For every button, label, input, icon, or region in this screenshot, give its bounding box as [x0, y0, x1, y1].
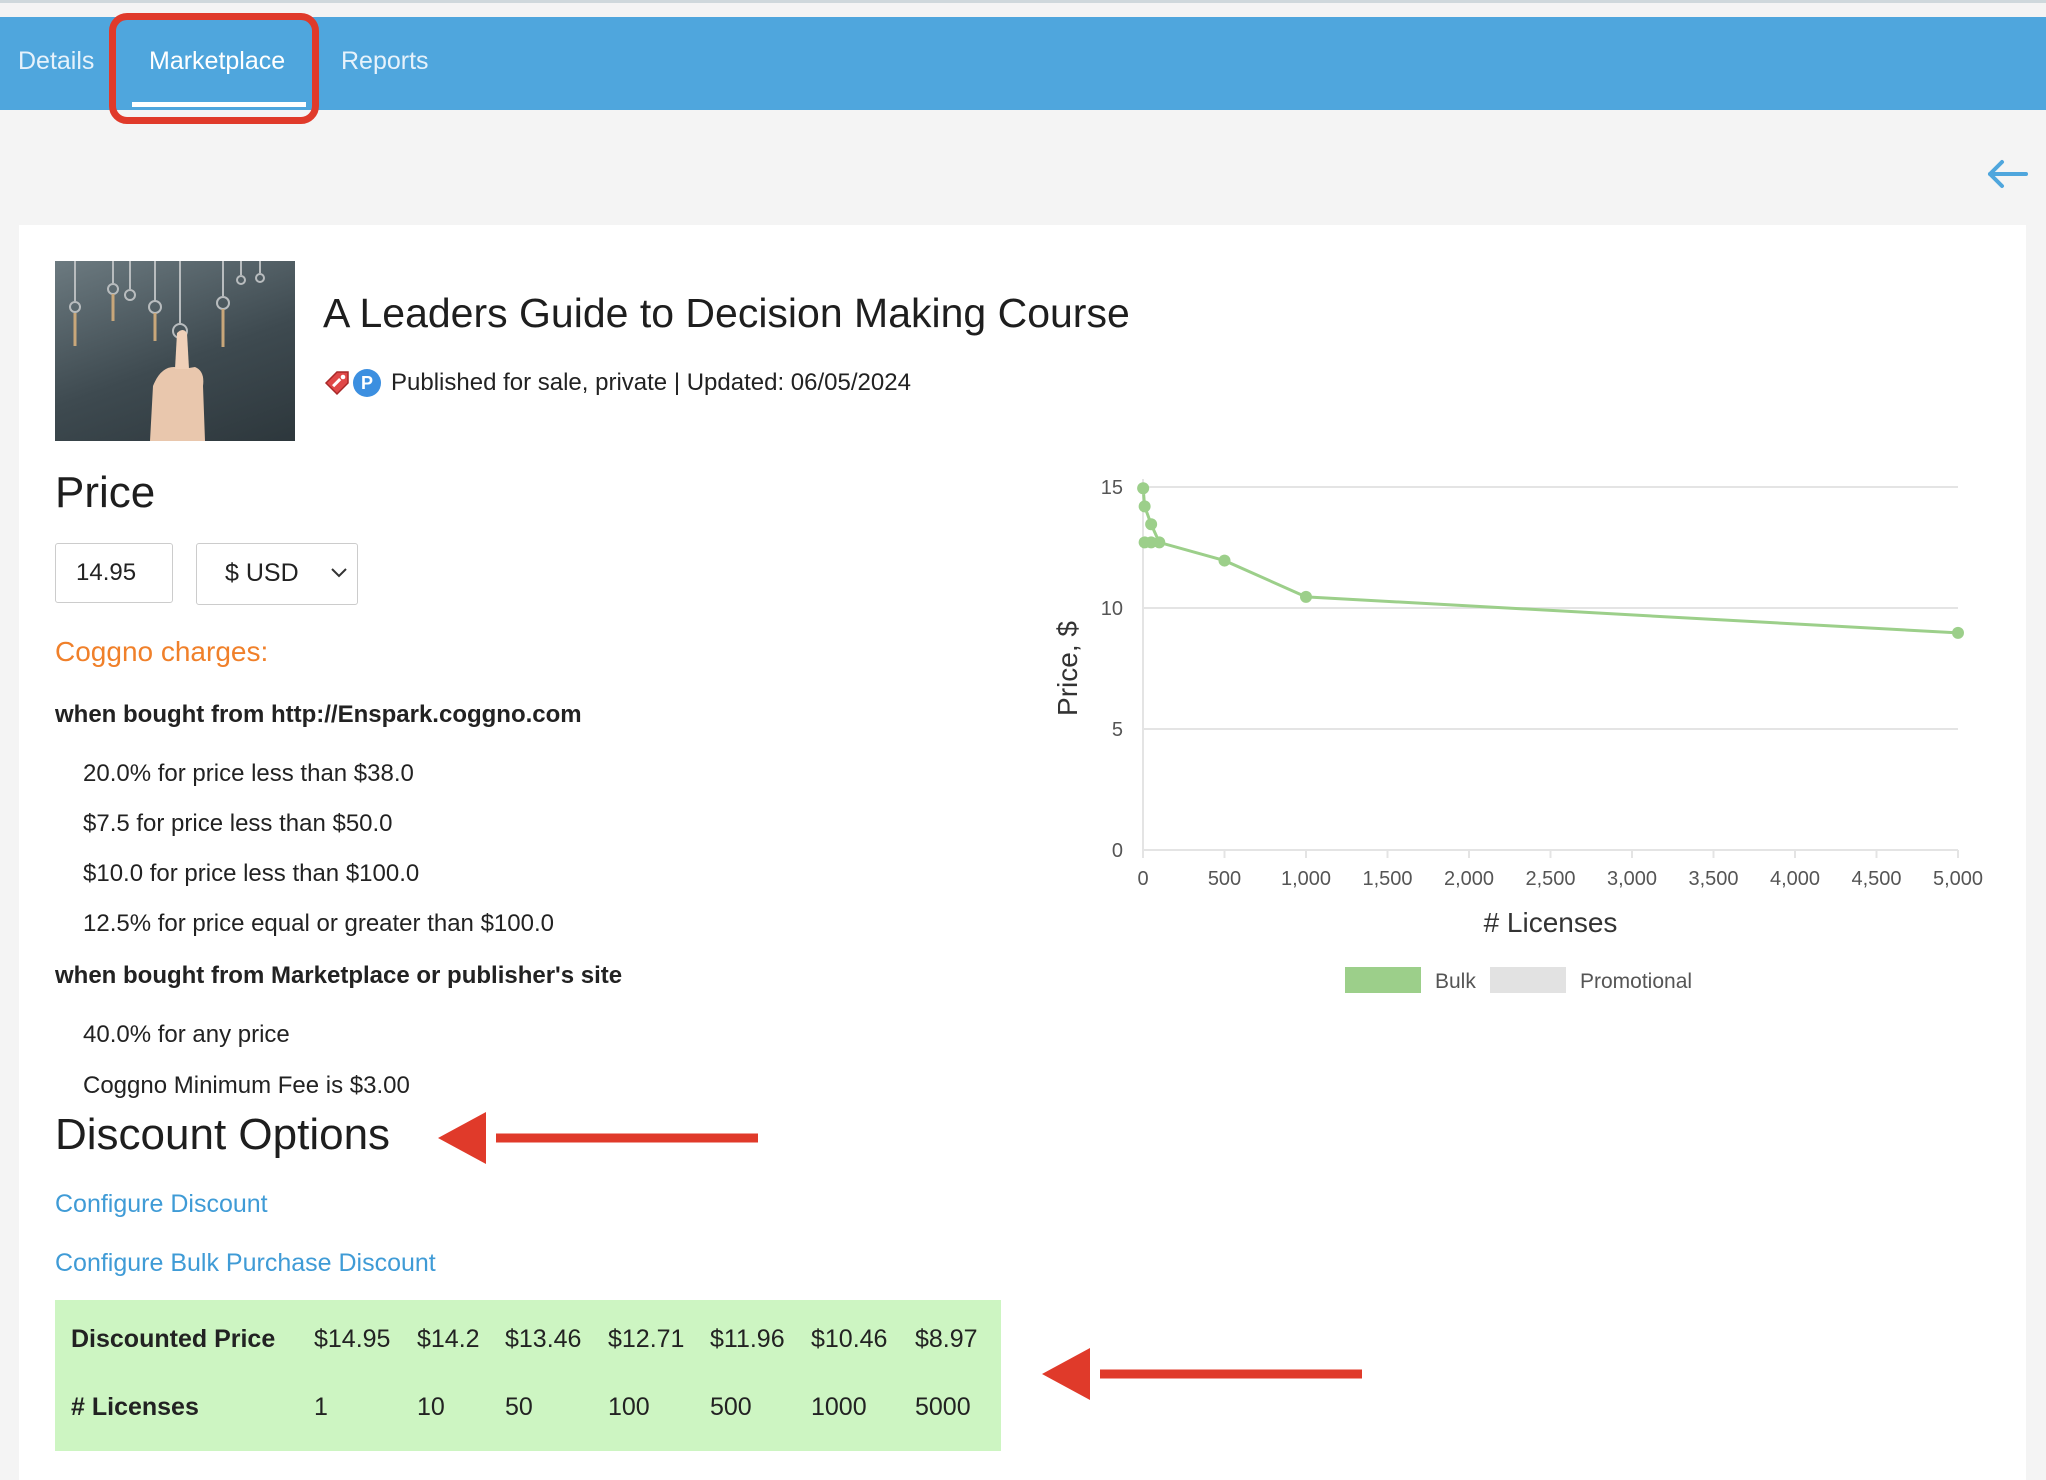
x-tick-label: 3,500	[1688, 868, 1738, 890]
site-rule: $10.0 for price less than $100.0	[83, 860, 419, 888]
x-tick-label: 4,500	[1851, 868, 1901, 890]
discount-heading: Discount Options	[55, 1110, 390, 1160]
discounted-price-label: Discounted Price	[71, 1325, 275, 1354]
x-axis-label: # Licenses	[1484, 907, 1618, 938]
discount-table: Discounted Price $14.95 $14.2 $13.46 $12…	[55, 1300, 1001, 1451]
currency-select[interactable]: $ USD	[196, 543, 358, 605]
tab-reports[interactable]: Reports	[341, 17, 429, 110]
bulk-point	[1145, 536, 1157, 548]
tab-bar: Details Marketplace Reports	[0, 17, 2046, 110]
top-border	[0, 0, 2046, 3]
x-tick-label: 500	[1208, 868, 1241, 890]
status-text: Published for sale, private | Updated: 0…	[391, 369, 911, 397]
x-tick-label: 1,000	[1281, 868, 1331, 890]
private-badge-icon: P	[353, 369, 381, 397]
x-tick-label: 5,000	[1933, 868, 1983, 890]
x-tick-label: 0	[1137, 868, 1148, 890]
price-heading: Price	[55, 468, 155, 518]
legend-swatch	[1345, 967, 1421, 993]
arrow-left-icon[interactable]	[1986, 152, 2030, 196]
y-axis-label: Price, $	[1052, 621, 1083, 716]
license-cell: 500	[710, 1393, 752, 1422]
course-title: A Leaders Guide to Decision Making Cours…	[323, 290, 1130, 337]
price-input[interactable]	[55, 543, 173, 603]
price-cell: $8.97	[915, 1325, 978, 1354]
legend-label: Bulk	[1435, 970, 1476, 993]
x-tick-label: 3,000	[1607, 868, 1657, 890]
price-cell: $14.2	[417, 1325, 480, 1354]
course-status: P Published for sale, private | Updated:…	[323, 367, 911, 399]
license-cell: 10	[417, 1393, 445, 1422]
bulk-point	[1139, 500, 1151, 512]
market-rule: Coggno Minimum Fee is $3.00	[83, 1072, 410, 1100]
x-tick-label: 2,000	[1444, 868, 1494, 890]
price-chart: 0 5 10 15 0 500 1,000 1,500 2,000 2,500 3,000 3,500…	[1040, 462, 2000, 1002]
chevron-down-icon	[329, 566, 349, 580]
licenses-label: # Licenses	[71, 1393, 199, 1422]
market-rule: 40.0% for any price	[83, 1021, 290, 1049]
y-tick-label: 0	[1112, 840, 1123, 862]
license-cell: 5000	[915, 1393, 971, 1422]
configure-discount-link[interactable]: Configure Discount	[55, 1190, 268, 1219]
price-cell: $14.95	[314, 1325, 390, 1354]
annotation-arrow	[436, 1110, 762, 1166]
bulk-point	[1145, 518, 1157, 530]
legend-label: Promotional	[1580, 970, 1692, 993]
y-tick-label: 10	[1101, 598, 1123, 620]
license-cell: 1000	[811, 1393, 867, 1422]
bulk-point	[1952, 627, 1964, 639]
tab-marketplace[interactable]: Marketplace	[149, 17, 285, 110]
site-rule: 20.0% for price less than $38.0	[83, 760, 414, 788]
bulk-series-line	[1143, 488, 1958, 633]
configure-bulk-discount-link[interactable]: Configure Bulk Purchase Discount	[55, 1249, 436, 1278]
site-rule: $7.5 for price less than $50.0	[83, 810, 393, 838]
bulk-point	[1300, 591, 1312, 603]
license-cell: 1	[314, 1393, 328, 1422]
y-tick-label: 15	[1101, 477, 1123, 499]
currency-value: $ USD	[225, 559, 299, 588]
license-cell: 100	[608, 1393, 650, 1422]
price-cell: $11.96	[710, 1325, 785, 1354]
price-cell: $10.46	[811, 1325, 887, 1354]
course-thumbnail	[55, 261, 295, 441]
price-tag-icon	[323, 369, 351, 397]
x-tick-label: 1,500	[1362, 868, 1412, 890]
charges-title: Coggno charges:	[55, 636, 268, 668]
bulk-point	[1219, 555, 1231, 567]
tab-details[interactable]: Details	[18, 17, 94, 110]
active-tab-indicator	[132, 102, 306, 107]
bulk-point	[1137, 482, 1149, 494]
annotation-arrow	[1040, 1346, 1366, 1402]
y-tick-label: 5	[1112, 719, 1123, 741]
x-tick-label: 4,000	[1770, 868, 1820, 890]
license-cell: 50	[505, 1393, 533, 1422]
price-cell: $12.71	[608, 1325, 684, 1354]
market-heading: when bought from Marketplace or publishe…	[55, 962, 622, 990]
site-heading: when bought from http://Enspark.coggno.c…	[55, 701, 582, 729]
legend-swatch	[1490, 967, 1566, 993]
x-tick-label: 2,500	[1525, 868, 1575, 890]
price-cell: $13.46	[505, 1325, 581, 1354]
site-rule: 12.5% for price equal or greater than $1…	[83, 910, 554, 938]
